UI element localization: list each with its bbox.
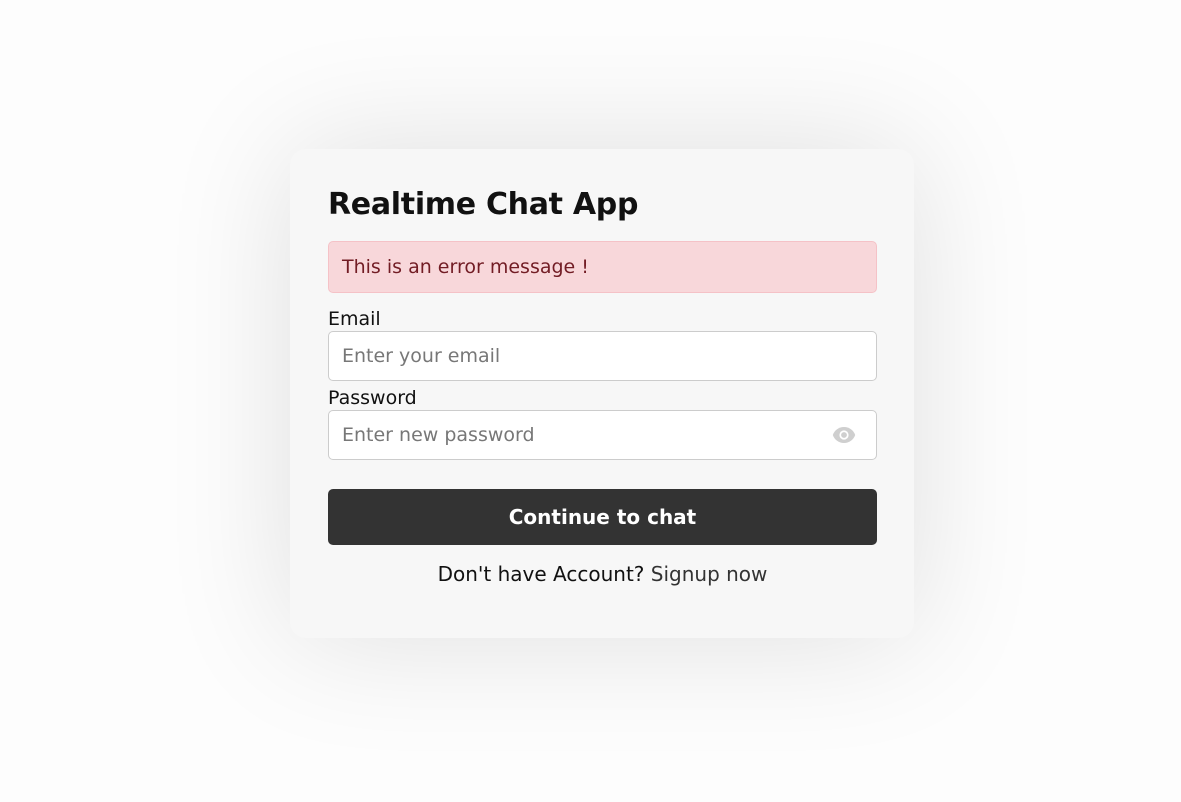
password-label: Password: [328, 387, 417, 409]
eye-icon[interactable]: [832, 426, 856, 444]
signup-link[interactable]: Signup now: [651, 562, 768, 586]
signup-row: Don't have Account? Signup now: [328, 561, 877, 587]
password-field-wrapper: [328, 410, 877, 460]
error-message: This is an error message !: [328, 241, 877, 293]
login-card: Realtime Chat App This is an error messa…: [290, 149, 914, 638]
continue-to-chat-button[interactable]: Continue to chat: [328, 489, 877, 545]
app-title: Realtime Chat App: [328, 187, 639, 222]
signup-prompt: Don't have Account?: [437, 562, 645, 586]
password-input[interactable]: [329, 411, 876, 459]
email-field-wrapper: [328, 331, 877, 381]
email-input[interactable]: [329, 332, 876, 380]
page: Realtime Chat App This is an error messa…: [0, 0, 1181, 802]
email-label: Email: [328, 308, 381, 330]
